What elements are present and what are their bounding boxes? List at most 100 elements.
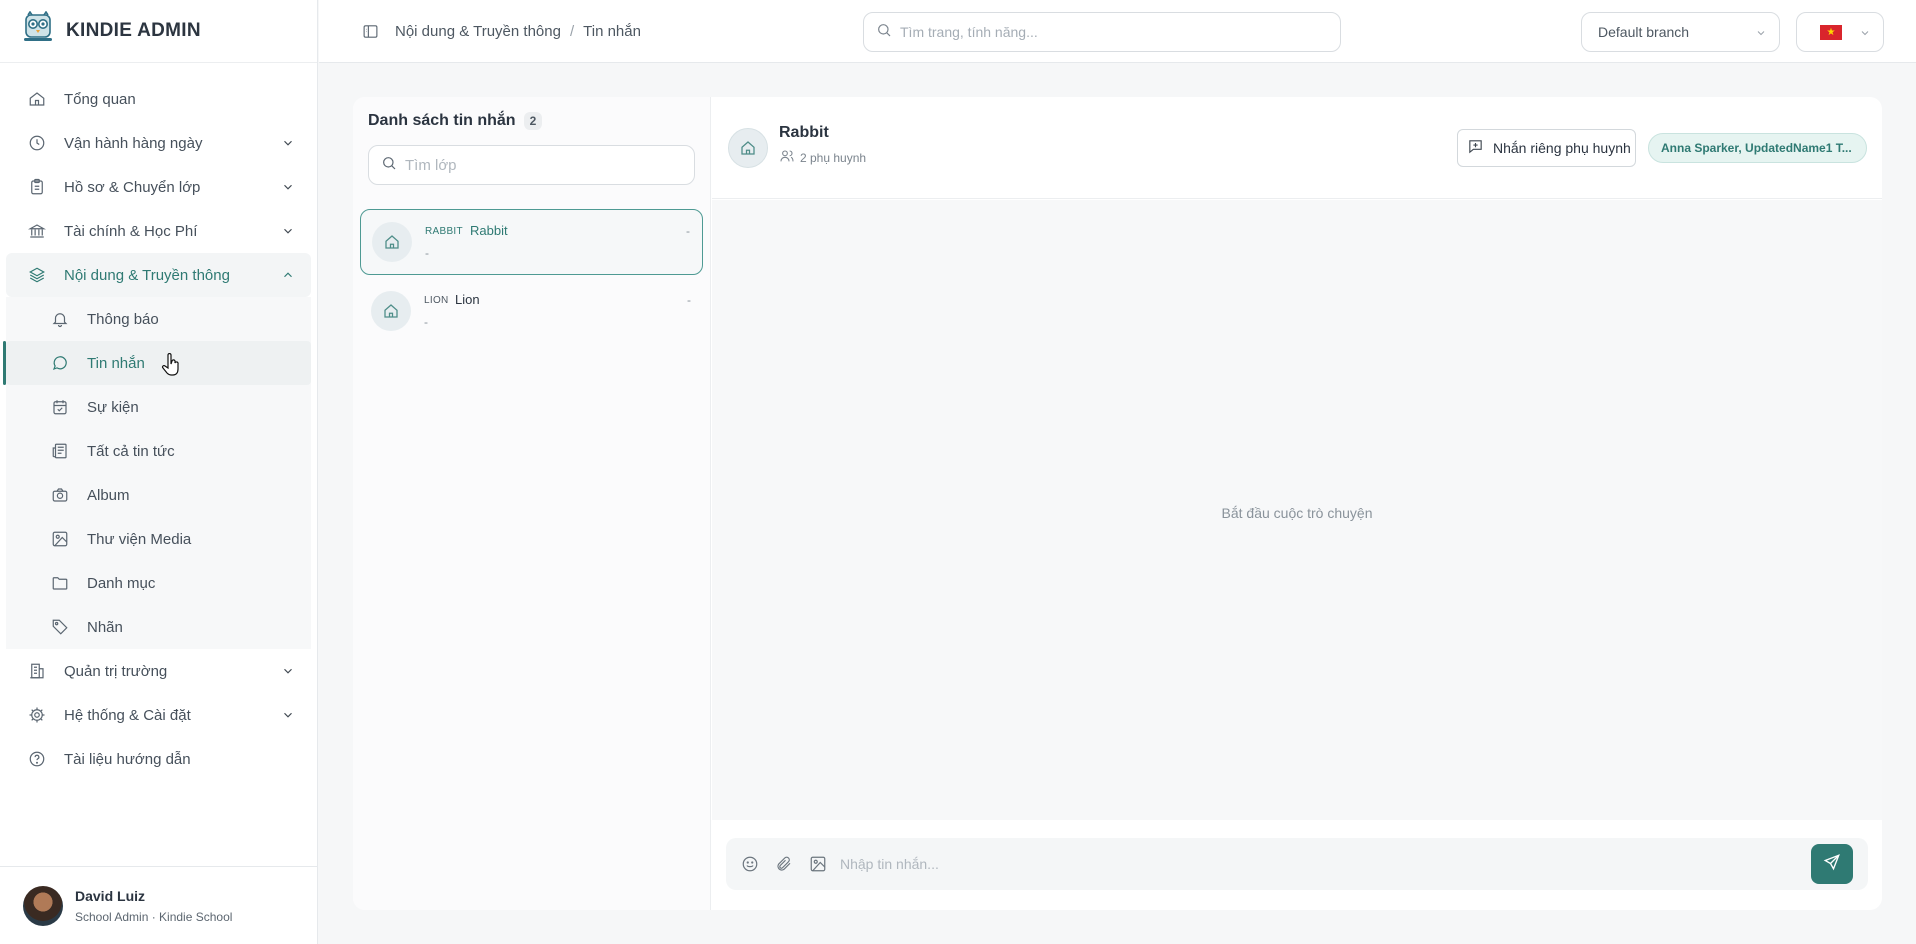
avatar [23,885,63,926]
sidebar-item-daily-operations[interactable]: Vận hành hàng ngày [0,121,317,165]
sidebar-item-school-admin[interactable]: Quản trị trường [0,649,317,693]
sidebar-item-label: Thông báo [87,310,159,328]
topbar: Nội dung & Truyền thông / Tin nhắn Defau… [319,0,1916,63]
class-search-input[interactable] [405,156,685,174]
sidebar-submenu: Thông báo Tin nhắn Sự kiện Tất cả tin tứ… [3,297,311,649]
chevron-down-icon [281,136,295,150]
bell-icon [50,309,70,329]
language-select[interactable]: ★ [1796,12,1884,52]
parents-badge[interactable]: Anna Sparker, UpdatedName1 T... [1648,133,1867,163]
chat-messages: Bắt đầu cuộc trò chuyện [712,200,1882,820]
class-code: RABBIT [425,226,463,237]
sidebar-item-messages[interactable]: Tin nhắn [3,341,311,385]
home-icon [371,291,411,331]
sidebar-item-label: Thư viện Media [87,530,192,548]
class-code: LION [424,295,449,306]
last-message-time: - [687,293,691,307]
chevron-down-icon [281,224,295,238]
user-role: School Admin · Kindie School [75,909,233,924]
chat-members-count: 2 phụ huynh [800,150,867,165]
sidebar-item-system-settings[interactable]: Hệ thống & Cài đặt [0,693,317,737]
message-list-header: Danh sách tin nhắn 2 [368,112,543,130]
send-icon [1823,853,1841,876]
sidebar-item-album[interactable]: Album [6,473,311,517]
message-input[interactable] [840,856,1868,872]
sidebar-item-notifications[interactable]: Thông báo [6,297,311,341]
message-list: Danh sách tin nhắn 2 RABBIT Rabbit - - L… [353,97,711,910]
paperclip-icon[interactable] [774,854,794,874]
message-circle-icon [50,353,70,373]
sidebar-item-events[interactable]: Sự kiện [6,385,311,429]
image-icon[interactable] [808,854,828,874]
sidebar-item-records[interactable]: Hồ sơ & Chuyển lớp [0,165,317,209]
home-icon [728,128,768,168]
last-message-preview: - [424,315,428,329]
sidebar-toggle-icon[interactable] [362,23,379,40]
conversation-item-lion[interactable]: LION Lion - - [360,279,703,345]
message-plus-icon [1467,138,1484,158]
search-input[interactable] [900,24,1320,40]
chevron-down-icon [281,180,295,194]
brand-name: KINDIE ADMIN [66,20,201,41]
bank-icon [27,221,47,241]
empty-state: Bắt đầu cuộc trò chuyện [1221,505,1373,521]
sidebar: KINDIE ADMIN Tổng quan Vận hành hàng ngà… [0,0,318,944]
sidebar-item-finance[interactable]: Tài chính & Học Phí [0,209,317,253]
sidebar-item-label: Tin nhắn [87,354,145,372]
message-list-title: Danh sách tin nhắn [368,112,516,129]
chat-area: Rabbit 2 phụ huynh Nhắn riêng phụ huynh … [712,97,1882,910]
sidebar-item-content-communication[interactable]: Nội dung & Truyền thông [6,253,311,297]
sidebar-item-label: Tài liệu hướng dẫn [64,750,191,768]
owl-logo-icon [20,10,56,52]
user-profile[interactable]: David Luiz School Admin · Kindie School [0,866,318,944]
search-icon [381,155,397,176]
chat-members: 2 phụ huynh [779,148,866,167]
sidebar-item-label: Vận hành hàng ngày [64,134,203,152]
sidebar-item-label: Danh mục [87,574,156,592]
sidebar-item-label: Tài chính & Học Phí [64,222,198,240]
class-search[interactable] [368,145,695,185]
vietnam-flag-icon: ★ [1820,25,1842,40]
sidebar-item-label: Hệ thống & Cài đặt [64,706,191,724]
clipboard-icon [27,177,47,197]
chat-header: Rabbit 2 phụ huynh Nhắn riêng phụ huynh … [712,97,1882,199]
sidebar-item-documentation[interactable]: Tài liệu hướng dẫn [0,737,317,781]
search-icon [876,22,892,43]
global-search[interactable] [863,12,1341,52]
chevron-down-icon [1755,26,1767,42]
sidebar-item-media-library[interactable]: Thư viện Media [6,517,311,561]
users-icon [779,148,795,167]
camera-icon [50,485,70,505]
chat-title: Rabbit [779,124,829,141]
sidebar-item-overview[interactable]: Tổng quan [0,77,317,121]
last-message-preview: - [425,246,429,260]
brand[interactable]: KINDIE ADMIN [0,0,317,63]
breadcrumb-current: Tin nhắn [583,23,641,40]
chevron-down-icon [281,664,295,678]
send-button[interactable] [1811,844,1853,884]
messages-panel: Danh sách tin nhắn 2 RABBIT Rabbit - - L… [353,97,1882,910]
breadcrumb-parent[interactable]: Nội dung & Truyền thông [395,23,561,40]
chevron-down-icon [281,708,295,722]
sidebar-nav: Tổng quan Vận hành hàng ngày Hồ sơ & Chu… [0,63,317,781]
image-icon [50,529,70,549]
sidebar-item-all-news[interactable]: Tất cả tin tức [6,429,311,473]
class-name: Lion [455,292,480,307]
last-message-time: - [686,224,690,238]
branch-select[interactable]: Default branch [1581,12,1780,52]
gear-icon [27,705,47,725]
message-parent-privately-button[interactable]: Nhắn riêng phụ huynh [1457,129,1636,167]
chevron-down-icon [1859,26,1871,44]
clock-icon [27,133,47,153]
home-icon [372,222,412,262]
class-name: Rabbit [470,223,508,238]
message-parent-privately-label: Nhắn riêng phụ huynh [1493,140,1631,156]
sidebar-item-label: Sự kiện [87,398,139,416]
sidebar-item-label: Tất cả tin tức [87,442,175,460]
conversation-item-rabbit[interactable]: RABBIT Rabbit - - [360,209,703,275]
breadcrumb-separator: / [569,23,575,40]
message-count-badge: 2 [523,112,543,130]
sidebar-item-tags[interactable]: Nhãn [6,605,311,649]
smile-icon[interactable] [740,854,760,874]
sidebar-item-categories[interactable]: Danh mục [6,561,311,605]
